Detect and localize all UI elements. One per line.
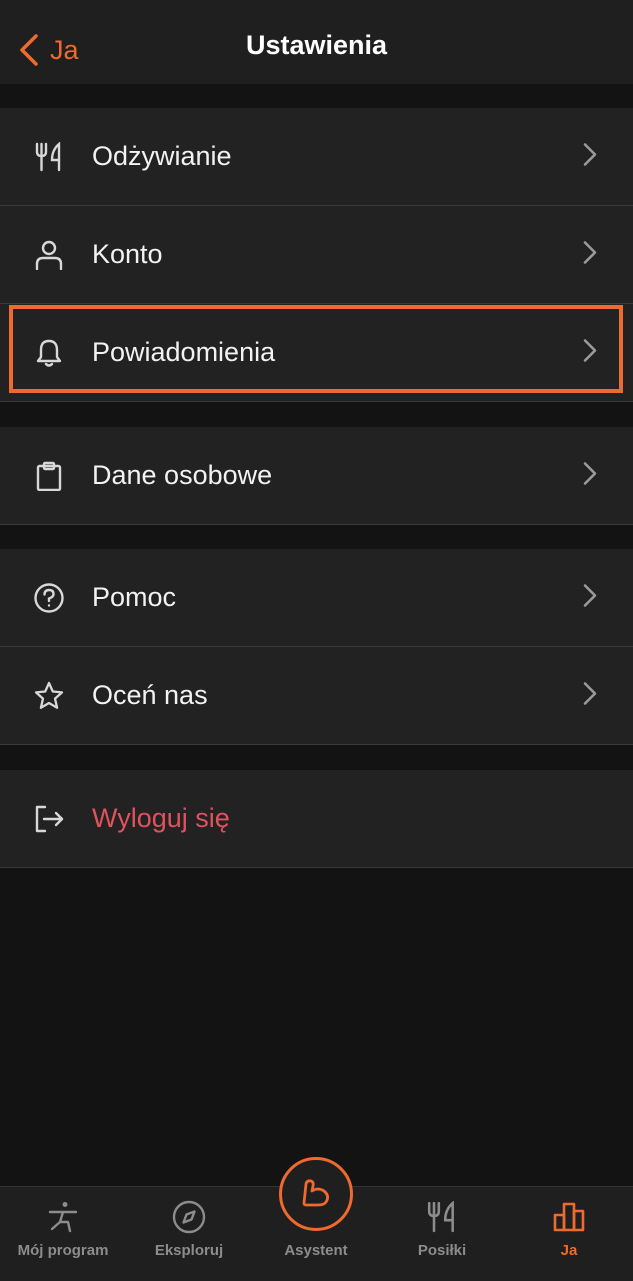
star-icon bbox=[32, 679, 66, 713]
chevron-right-icon bbox=[583, 583, 597, 612]
chevron-right-icon bbox=[583, 338, 597, 367]
chevron-right-icon bbox=[583, 681, 597, 710]
fork-knife-icon bbox=[32, 140, 66, 174]
settings-group-3: Pomoc Oceń nas bbox=[0, 549, 633, 745]
nav-header: Ja Ustawienia bbox=[0, 0, 633, 84]
settings-item-account[interactable]: Konto bbox=[0, 206, 633, 304]
logout-icon bbox=[32, 802, 66, 836]
tab-explore[interactable]: Eksploruj bbox=[126, 1187, 252, 1281]
settings-item-label: Oceń nas bbox=[92, 680, 208, 710]
settings-item-nutrition[interactable]: Odżywianie bbox=[0, 108, 633, 206]
yoga-figure-icon bbox=[45, 1199, 81, 1235]
tab-my-program[interactable]: Mój program bbox=[0, 1187, 126, 1281]
settings-item-help[interactable]: Pomoc bbox=[0, 549, 633, 647]
person-icon bbox=[32, 238, 66, 272]
settings-group-1: Odżywianie Konto Powiadomienia bbox=[0, 108, 633, 402]
tab-label: Asystent bbox=[284, 1242, 348, 1259]
tab-label: Eksploruj bbox=[154, 1242, 224, 1259]
clipboard-icon bbox=[32, 459, 66, 493]
bell-icon bbox=[32, 336, 66, 370]
settings-item-personal-data[interactable]: Dane osobowe bbox=[0, 427, 633, 525]
chevron-right-icon bbox=[583, 142, 597, 171]
chevron-right-icon bbox=[583, 240, 597, 269]
flexed-arm-icon bbox=[296, 1172, 336, 1217]
settings-item-notifications[interactable]: Powiadomienia bbox=[0, 304, 633, 402]
logout-label: Wyloguj się bbox=[92, 803, 230, 833]
chevron-right-icon bbox=[583, 461, 597, 490]
tab-me[interactable]: Ja bbox=[506, 1187, 632, 1281]
settings-item-label: Konto bbox=[92, 239, 163, 269]
help-circle-icon bbox=[32, 581, 66, 615]
tab-label: Mój program bbox=[17, 1242, 109, 1259]
bar-chart-icon bbox=[551, 1199, 587, 1235]
compass-icon bbox=[171, 1199, 207, 1235]
settings-group-4: Wyloguj się bbox=[0, 770, 633, 868]
tab-label: Posiłki bbox=[417, 1242, 467, 1259]
settings-item-label: Odżywianie bbox=[92, 141, 232, 171]
page-title: Ustawienia bbox=[245, 30, 388, 60]
settings-item-rate-us[interactable]: Oceń nas bbox=[0, 647, 633, 745]
settings-item-label: Powiadomienia bbox=[92, 337, 276, 367]
fork-knife-icon bbox=[424, 1199, 460, 1235]
logout-button[interactable]: Wyloguj się bbox=[0, 770, 633, 868]
settings-group-2: Dane osobowe bbox=[0, 427, 633, 525]
tab-meals[interactable]: Posiłki bbox=[379, 1187, 505, 1281]
assistant-button[interactable] bbox=[279, 1157, 353, 1231]
settings-item-label: Dane osobowe bbox=[92, 460, 273, 490]
settings-item-label: Pomoc bbox=[92, 582, 177, 612]
tab-label: Ja bbox=[560, 1242, 578, 1259]
